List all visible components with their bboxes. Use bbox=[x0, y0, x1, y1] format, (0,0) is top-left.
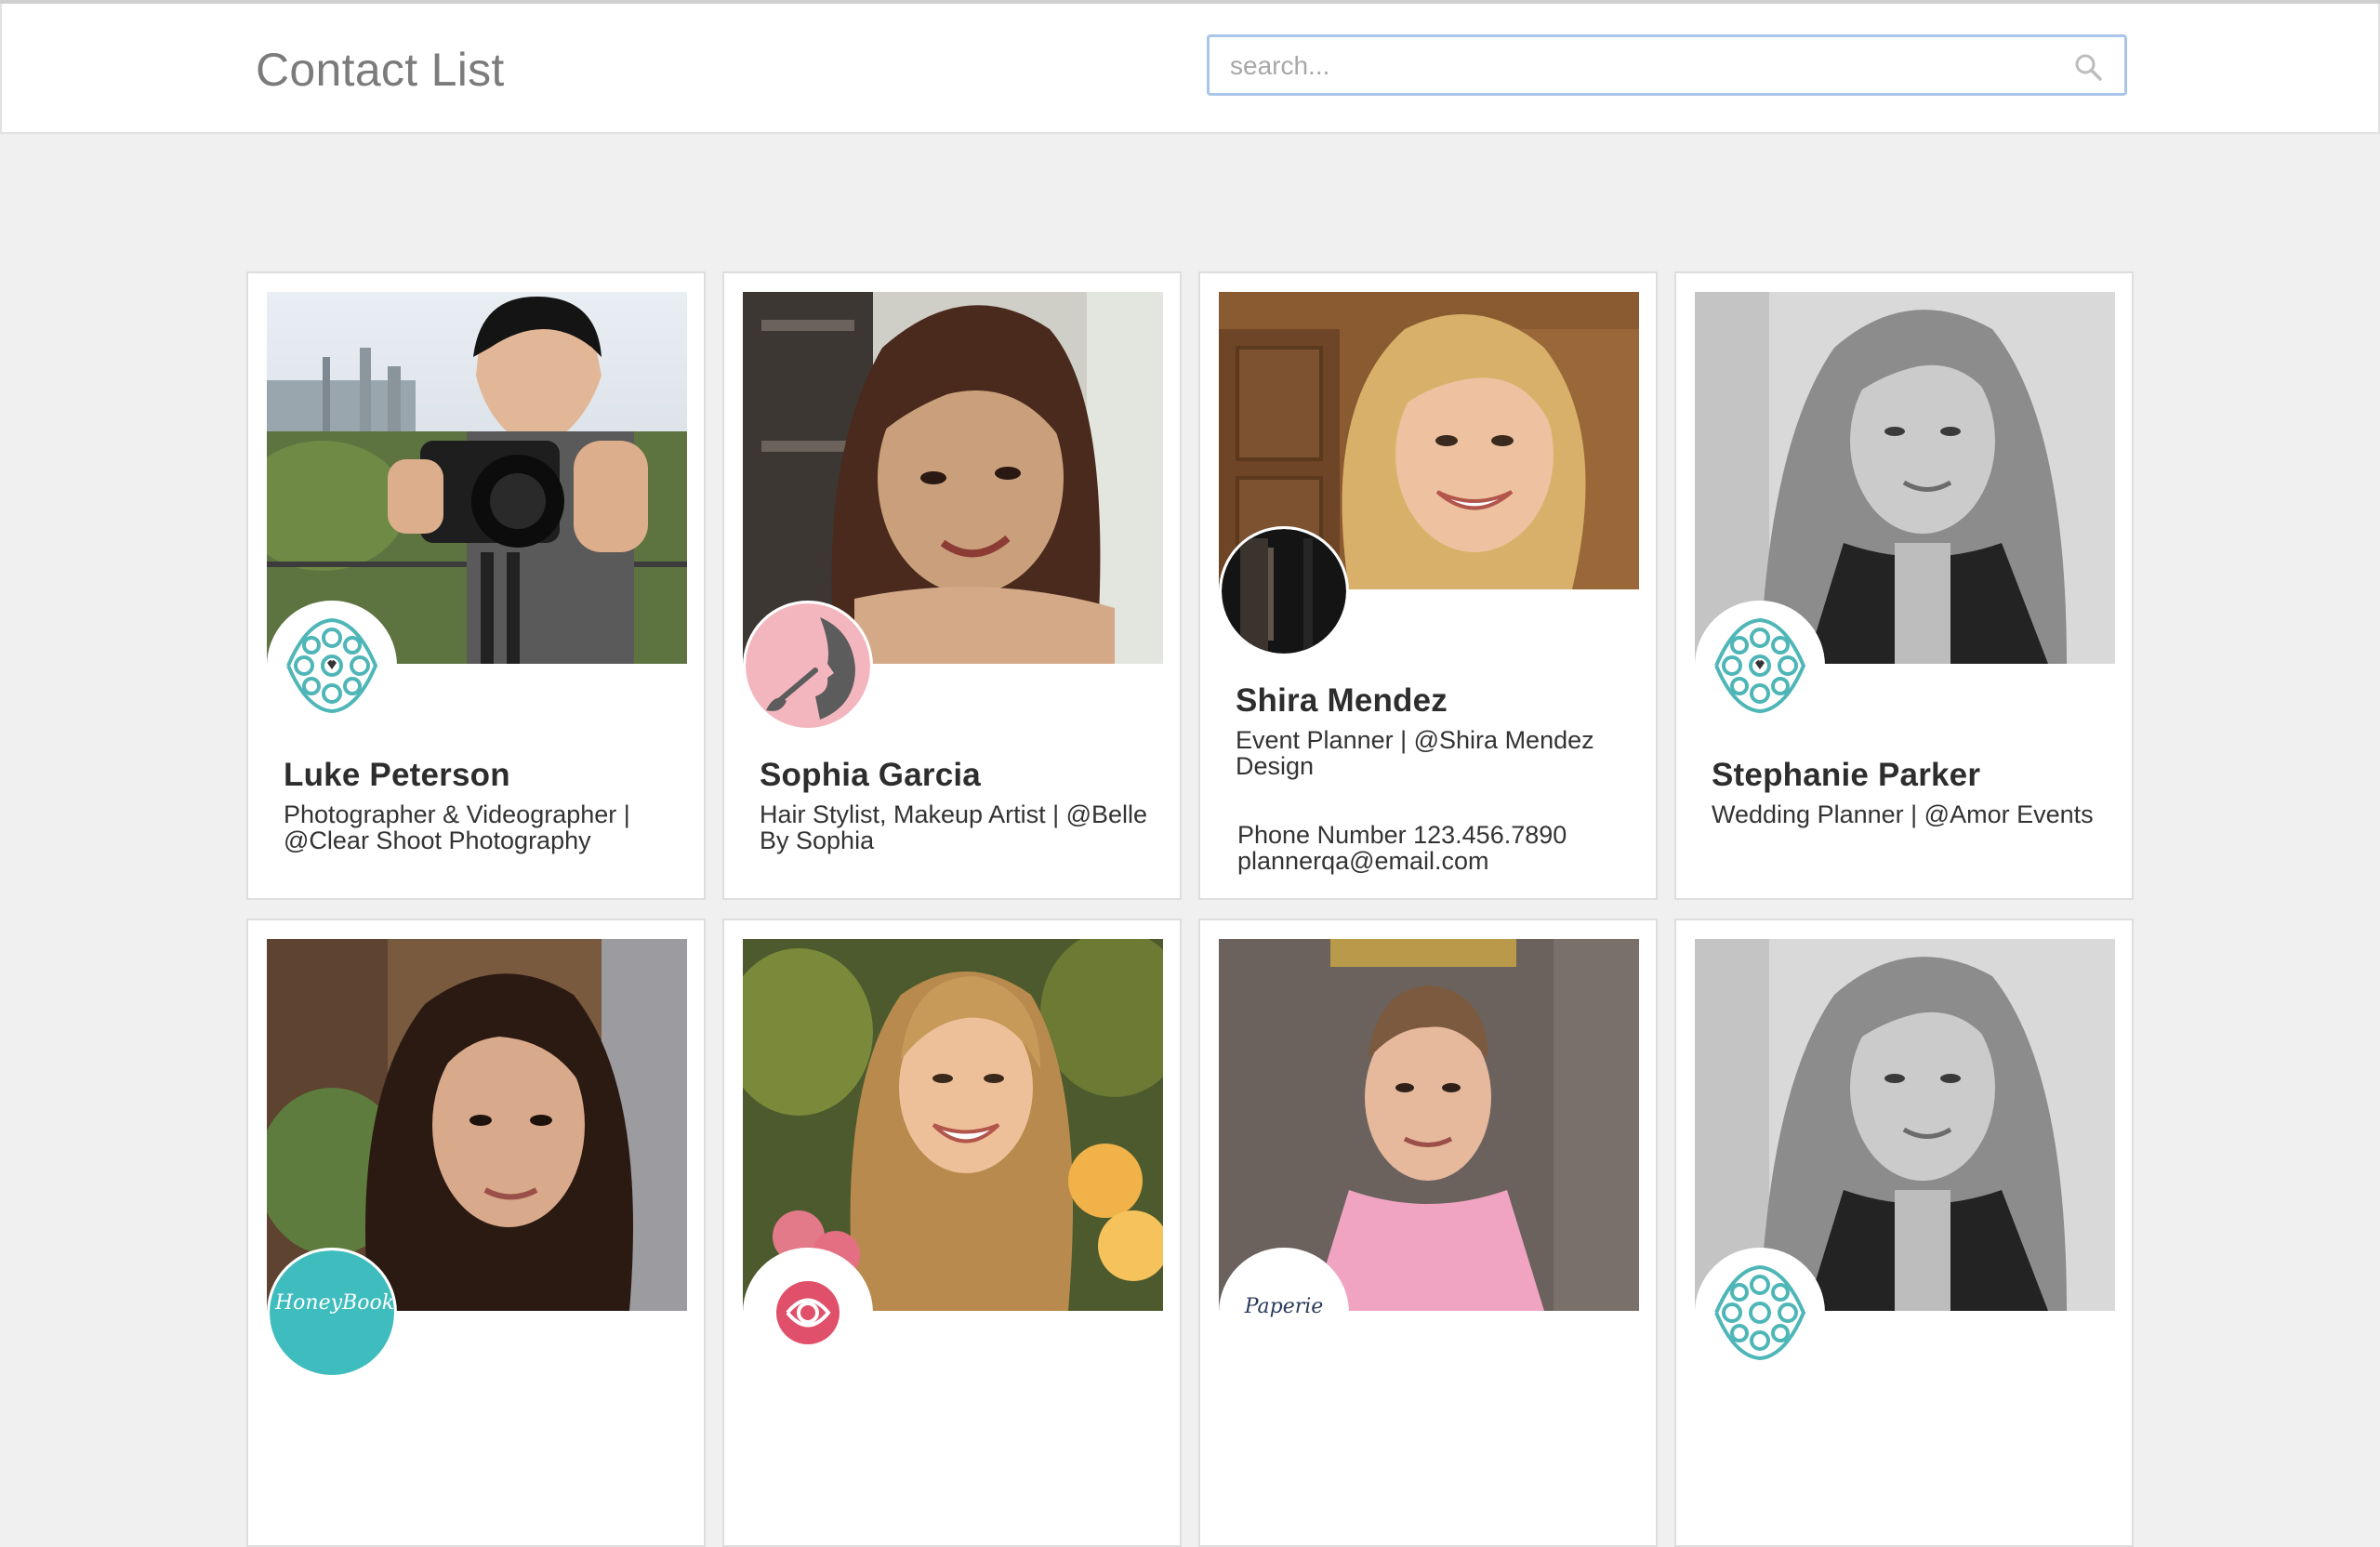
contact-card[interactable]: Sophia Garcia Hair Stylist, Makeup Artis… bbox=[722, 271, 1182, 900]
teal-floral-logo-icon bbox=[270, 603, 394, 728]
contact-name[interactable]: Stephanie Parker bbox=[1712, 757, 1980, 794]
contact-card[interactable]: Stephanie Parker Wedding Planner | @Amor… bbox=[1674, 271, 2134, 900]
contact-phone: Phone Number 123.456.7890 bbox=[1237, 821, 1567, 849]
paperie-logo-text: Paperie bbox=[1244, 1295, 1324, 1318]
contact-name[interactable]: Luke Peterson bbox=[284, 757, 510, 794]
contact-logo bbox=[743, 601, 873, 731]
contact-card[interactable]: Shira Mendez Event Planner | @Shira Mend… bbox=[1198, 271, 1658, 900]
contact-logo: Paperie bbox=[1219, 1248, 1349, 1378]
contact-logo bbox=[1695, 1248, 1825, 1378]
search-box[interactable] bbox=[1207, 34, 2127, 96]
search-input[interactable] bbox=[1228, 37, 2069, 95]
pink-makeup-logo-icon bbox=[746, 603, 870, 728]
contact-card[interactable] bbox=[722, 919, 1182, 1547]
contact-card[interactable]: HoneyBook bbox=[246, 919, 706, 1547]
teal-floral-logo-icon bbox=[1698, 603, 1822, 728]
contact-logo bbox=[267, 601, 397, 731]
contact-logo bbox=[1219, 526, 1349, 656]
contact-role: Event Planner | @Shira Mendez Design bbox=[1236, 726, 1594, 780]
honeybook-logo-text: HoneyBook bbox=[275, 1291, 395, 1315]
contact-email[interactable]: plannerqa@email.com bbox=[1237, 848, 1637, 874]
contact-card[interactable]: Paperie bbox=[1198, 919, 1658, 1547]
teal-floral-logo-icon bbox=[1698, 1250, 1822, 1375]
contact-logo: HoneyBook bbox=[267, 1248, 397, 1378]
contact-role: Wedding Planner | @Amor Events bbox=[1712, 800, 2094, 828]
contact-name[interactable]: Shira Mendez bbox=[1236, 682, 1448, 720]
pink-rose-logo-icon bbox=[746, 1250, 870, 1375]
search-icon[interactable] bbox=[2074, 53, 2102, 81]
page-title: Contact List bbox=[256, 44, 505, 96]
contact-logo bbox=[743, 1248, 873, 1378]
contact-name[interactable]: Sophia Garcia bbox=[760, 757, 981, 794]
contact-role: Hair Stylist, Makeup Artist | @Belle By … bbox=[760, 800, 1148, 854]
app-header: Contact List bbox=[0, 4, 2380, 134]
dark-door-logo-icon bbox=[1222, 529, 1346, 654]
contact-card[interactable] bbox=[1674, 919, 2134, 1547]
contact-logo bbox=[1695, 601, 1825, 731]
contact-role: Photographer & Videographer | @Clear Sho… bbox=[284, 800, 630, 854]
contact-card[interactable]: Luke Peterson Photographer & Videographe… bbox=[246, 271, 706, 900]
